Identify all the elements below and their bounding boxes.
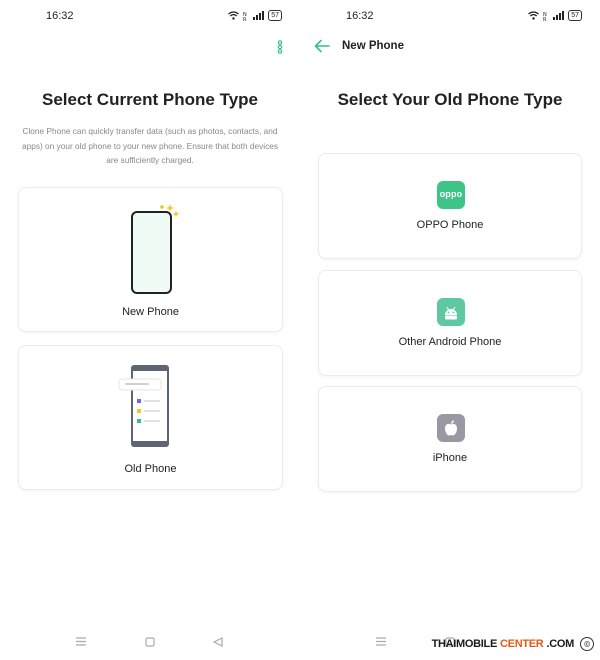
- status-time: 16:32: [46, 10, 74, 22]
- watermark: THAIMOBILE CENTER .COM ©: [432, 637, 594, 651]
- status-time: 16:32: [346, 10, 374, 22]
- signal-4g-icon: NR: [543, 12, 547, 21]
- wifi-icon: [528, 11, 540, 20]
- oppo-phone-label: OPPO Phone: [416, 219, 484, 231]
- select-current-phone-screen: 16:32 NR 57 Select Current Phone Type Cl…: [0, 0, 300, 660]
- page-title: Select Current Phone Type: [41, 90, 258, 109]
- oppo-logo-text: oppo: [439, 189, 463, 199]
- android-icon: [437, 298, 465, 326]
- svg-text:R: R: [543, 17, 547, 21]
- old-phone-illustration-icon: [118, 365, 169, 447]
- battery-indicator: 57: [268, 10, 282, 21]
- back-arrow-icon[interactable]: [314, 39, 330, 53]
- apple-icon: [437, 414, 465, 442]
- new-phone-label: New Phone: [122, 306, 179, 318]
- watermark-part1: THAIMOBILE: [431, 638, 498, 650]
- watermark-part2: CENTER: [500, 638, 544, 650]
- page-title: Select Your Old Phone Type: [337, 90, 563, 109]
- header-title: New Phone: [342, 40, 404, 52]
- new-phone-illustration-icon: [131, 204, 179, 294]
- oppo-logo-icon: oppo: [437, 181, 465, 209]
- status-bar: 16:32 NR 57: [300, 8, 600, 26]
- watermark-part3: .COM: [546, 638, 574, 650]
- watermark-logo-icon: ©: [580, 637, 594, 651]
- svg-text:R: R: [243, 17, 247, 21]
- more-options-icon[interactable]: [274, 40, 286, 54]
- description-text: Clone Phone can quickly transfer data (s…: [22, 126, 278, 165]
- navigation-bar: [0, 632, 300, 656]
- other-android-phone-card[interactable]: Other Android Phone: [318, 270, 582, 376]
- select-old-phone-screen: 16:32 NR 57 New Phone Select Your Old Ph…: [300, 0, 600, 660]
- signal-bars-icon: [553, 11, 565, 20]
- old-phone-label: Old Phone: [124, 463, 177, 475]
- status-icons: NR 57: [228, 10, 282, 21]
- iphone-card[interactable]: iPhone: [318, 386, 582, 492]
- back-nav-icon[interactable]: [213, 637, 223, 647]
- battery-indicator: 57: [568, 10, 582, 21]
- other-android-phone-label: Other Android Phone: [398, 336, 502, 348]
- status-bar: 16:32 NR 57: [0, 8, 300, 26]
- menu-nav-icon[interactable]: [76, 637, 86, 646]
- wifi-icon: [228, 11, 240, 20]
- signal-bars-icon: [253, 11, 265, 20]
- old-phone-card[interactable]: Old Phone: [18, 345, 283, 490]
- iphone-label: iPhone: [432, 452, 468, 464]
- new-phone-card[interactable]: New Phone: [18, 187, 283, 332]
- home-nav-icon[interactable]: [145, 637, 155, 647]
- status-icons: NR 57: [528, 10, 582, 21]
- menu-nav-icon[interactable]: [376, 637, 386, 646]
- oppo-phone-card[interactable]: oppo OPPO Phone: [318, 153, 582, 259]
- signal-4g-icon: NR: [243, 12, 247, 21]
